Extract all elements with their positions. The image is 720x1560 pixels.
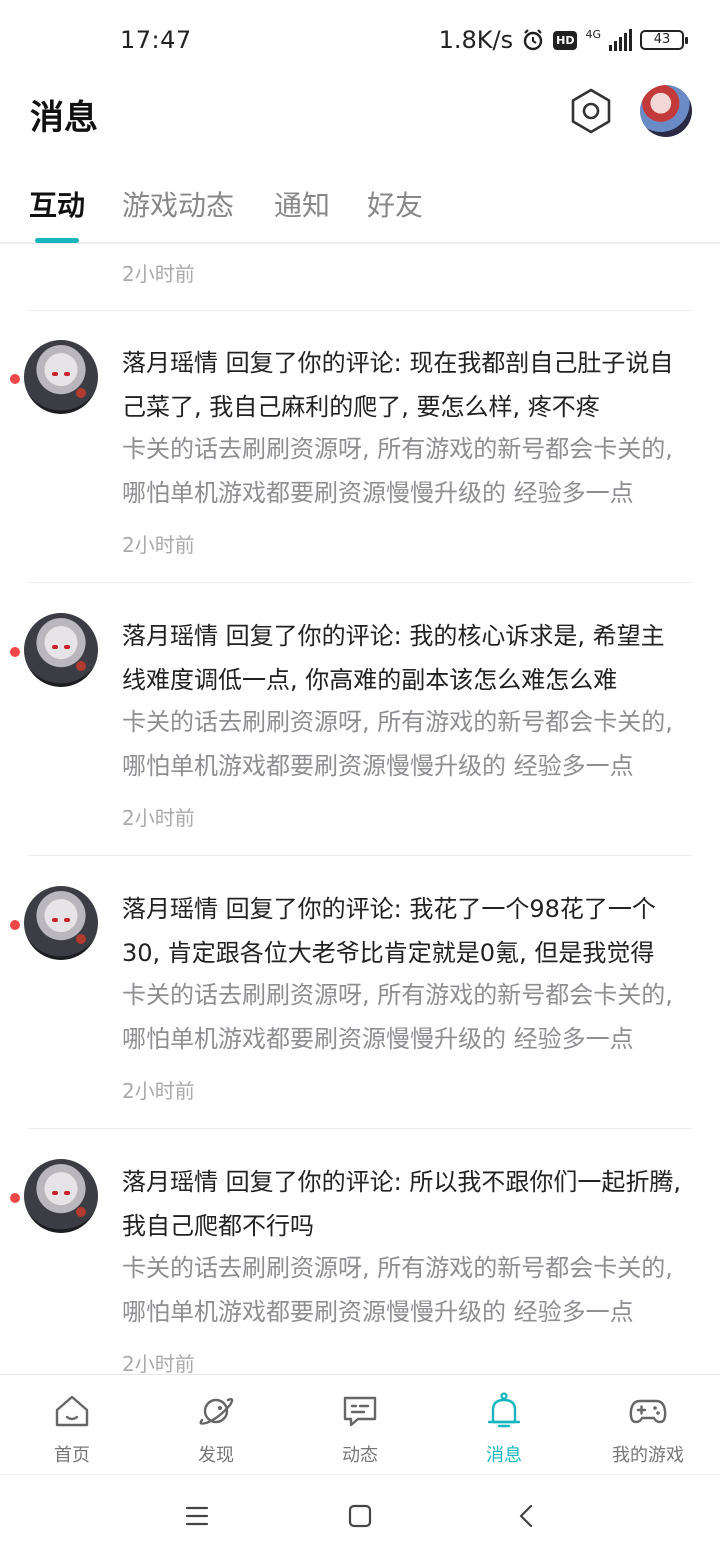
home-square-icon[interactable]	[347, 1503, 373, 1529]
settings-hexagon-icon	[571, 88, 611, 134]
home-icon	[55, 1395, 89, 1427]
nav-label: 首页	[54, 1445, 90, 1466]
nav-label: 动态	[342, 1445, 378, 1466]
nav-home[interactable]: 首页	[0, 1375, 144, 1475]
reply-text: 落月瑶情 回复了你的评论: 现在我都剖自己肚子说自己菜了, 我自己麻利的爬了, …	[122, 349, 674, 421]
message-item[interactable]: 落月瑶情 回复了你的评论: 所以我不跟你们一起折腾, 我自己爬都不行吗 卡关的话…	[0, 1130, 720, 1374]
signal-icon	[609, 29, 632, 51]
nav-label: 我的游戏	[612, 1445, 684, 1466]
battery-icon: 43	[640, 30, 688, 50]
status-bar: 17:47 1.8K/s HD 4G 43	[0, 0, 720, 80]
nav-label: 消息	[486, 1445, 522, 1466]
quoted-comment: 卡关的话去刷刷资源呀, 所有游戏的新号都会卡关的, 哪怕单机游戏都要刷资源慢慢升…	[122, 1254, 673, 1326]
chat-bubble-icon	[343, 1396, 377, 1427]
unread-dot	[10, 647, 20, 657]
reply-text: 落月瑶情 回复了你的评论: 所以我不跟你们一起折腾, 我自己爬都不行吗	[122, 1168, 681, 1240]
tab-friends[interactable]: 好友	[367, 184, 423, 224]
menu-icon[interactable]	[184, 1503, 210, 1529]
quoted-comment: 卡关的话去刷刷资源呀, 所有游戏的新号都会卡关的, 哪怕单机游戏都要刷资源慢慢升…	[122, 981, 673, 1053]
message-time: 2小时前	[122, 806, 195, 830]
system-navigation	[0, 1474, 720, 1560]
gamepad-icon	[629, 1399, 667, 1424]
nav-my-games[interactable]: 我的游戏	[576, 1375, 720, 1475]
message-list[interactable]: 2小时前 落月瑶情 回复了你的评论: 现在我都剖自己肚子说自己菜了, 我自己麻利…	[0, 246, 720, 1374]
header: 消息	[0, 80, 720, 160]
sender-avatar[interactable]	[24, 1159, 98, 1233]
page-title: 消息	[30, 98, 98, 138]
divider	[28, 855, 692, 856]
tab-interaction[interactable]: 互动	[29, 184, 85, 224]
planet-icon	[199, 1397, 234, 1425]
sender-avatar[interactable]	[24, 613, 98, 687]
back-icon[interactable]	[514, 1503, 540, 1529]
message-item[interactable]: 落月瑶情 回复了你的评论: 我的核心诉求是, 希望主线难度调低一点, 你高难的副…	[0, 584, 720, 856]
bottom-navigation: 首页 发现 动态 消息 我的游戏	[0, 1374, 720, 1474]
settings-button[interactable]	[566, 86, 616, 136]
nav-feed[interactable]: 动态	[288, 1375, 432, 1475]
tab-game-news[interactable]: 游戏动态	[122, 184, 234, 224]
bell-icon	[487, 1392, 521, 1428]
alarm-icon	[523, 29, 543, 51]
unread-dot	[10, 1193, 20, 1203]
tab-notifications[interactable]: 通知	[274, 184, 330, 224]
status-time: 17:47	[120, 26, 192, 54]
nav-messages[interactable]: 消息	[432, 1375, 576, 1475]
message-time: 2小时前	[122, 1079, 195, 1103]
user-avatar[interactable]	[640, 85, 692, 137]
message-item[interactable]: 落月瑶情 回复了你的评论: 我花了一个98花了一个30, 肯定跟各位大老爷比肯定…	[0, 857, 720, 1129]
unread-dot	[10, 374, 20, 384]
network-type: 4G	[585, 27, 601, 41]
hd-badge: HD	[553, 30, 578, 50]
divider	[28, 582, 692, 583]
sender-avatar[interactable]	[24, 340, 98, 414]
active-tab-indicator	[35, 238, 79, 243]
message-item[interactable]: 落月瑶情 回复了你的评论: 现在我都剖自己肚子说自己菜了, 我自己麻利的爬了, …	[0, 311, 720, 583]
message-tabs: 互动 游戏动态 通知 好友	[0, 170, 720, 244]
sender-avatar[interactable]	[24, 886, 98, 960]
message-time: 2小时前	[122, 533, 195, 557]
status-indicators: 1.8K/s HD 4G 43	[438, 26, 688, 54]
message-time: 2小时前	[122, 262, 195, 286]
divider	[28, 1128, 692, 1129]
nav-label: 发现	[198, 1445, 234, 1466]
reply-text: 落月瑶情 回复了你的评论: 我的核心诉求是, 希望主线难度调低一点, 你高难的副…	[122, 622, 665, 694]
quoted-comment: 卡关的话去刷刷资源呀, 所有游戏的新号都会卡关的, 哪怕单机游戏都要刷资源慢慢升…	[122, 435, 673, 507]
unread-dot	[10, 920, 20, 930]
quoted-comment: 卡关的话去刷刷资源呀, 所有游戏的新号都会卡关的, 哪怕单机游戏都要刷资源慢慢升…	[122, 708, 673, 780]
reply-text: 落月瑶情 回复了你的评论: 我花了一个98花了一个30, 肯定跟各位大老爷比肯定…	[122, 895, 656, 967]
nav-discover[interactable]: 发现	[144, 1375, 288, 1475]
net-speed: 1.8K/s	[438, 26, 514, 54]
message-time: 2小时前	[122, 1352, 195, 1374]
